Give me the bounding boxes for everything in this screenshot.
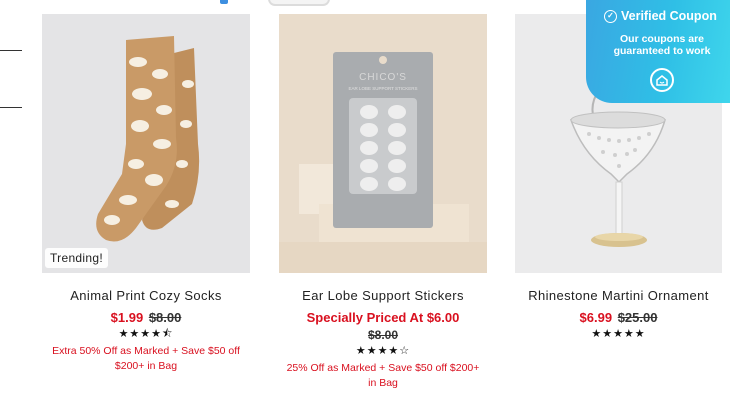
toggle-switch[interactable] bbox=[268, 0, 330, 6]
promo-text: 25% Off as Marked + Save $50 off $200+ i… bbox=[286, 362, 480, 389]
package-brand: CHICO'S bbox=[359, 72, 407, 83]
tab-indicator bbox=[220, 0, 228, 4]
filter-divider bbox=[0, 50, 22, 51]
filter-divider bbox=[0, 107, 22, 108]
product-image-stickers[interactable]: CHICO'S EAR LOBE SUPPORT STICKERS bbox=[279, 14, 487, 273]
rating-stars[interactable]: ★★★★⯪ bbox=[42, 327, 250, 341]
socks-image bbox=[42, 14, 250, 273]
original-price: $8.00 bbox=[148, 310, 182, 325]
coupon-logo-icon[interactable] bbox=[650, 68, 674, 92]
sale-price: $6.99 bbox=[579, 310, 613, 325]
stickers-image: CHICO'S EAR LOBE SUPPORT STICKERS bbox=[279, 14, 487, 273]
verified-coupon-popup[interactable]: ✓ Verified Coupon Our coupons are guaran… bbox=[586, 0, 730, 103]
coupon-header: ✓ Verified Coupon bbox=[604, 9, 717, 23]
sale-price: $1.99 bbox=[110, 310, 144, 325]
product-title[interactable]: Animal Print Cozy Socks bbox=[42, 288, 250, 303]
rating-stars[interactable]: ★★★★★ bbox=[515, 327, 722, 341]
product-title[interactable]: Ear Lobe Support Stickers bbox=[279, 288, 487, 303]
coupon-title: Verified Coupon bbox=[621, 9, 717, 23]
promo-text: Extra 50% Off as Marked + Save $50 off $… bbox=[52, 345, 240, 372]
rating-stars[interactable]: ★★★★☆ bbox=[279, 344, 487, 358]
product-title[interactable]: Rhinestone Martini Ornament bbox=[515, 288, 722, 303]
original-price: $8.00 bbox=[367, 328, 399, 342]
price: $1.99 $8.00 bbox=[42, 310, 250, 325]
coupon-subtitle: Our coupons are guaranteed to work bbox=[613, 33, 711, 57]
original-price: $25.00 bbox=[617, 310, 658, 325]
original-price-line: $8.00 bbox=[279, 328, 487, 342]
product-card[interactable]: CHICO'S EAR LOBE SUPPORT STICKERS Ear Lo… bbox=[279, 14, 487, 391]
package-label: EAR LOBE SUPPORT STICKERS bbox=[348, 86, 417, 91]
trending-badge: Trending! bbox=[45, 248, 108, 268]
price: $6.99 $25.00 bbox=[515, 310, 722, 325]
special-price: Specially Priced At $6.00 bbox=[306, 310, 460, 325]
check-circle-icon: ✓ bbox=[604, 9, 617, 23]
product-image-socks[interactable]: Trending! bbox=[42, 14, 250, 273]
product-card[interactable]: Trending! Animal Print Cozy Socks $1.99 … bbox=[42, 14, 250, 374]
